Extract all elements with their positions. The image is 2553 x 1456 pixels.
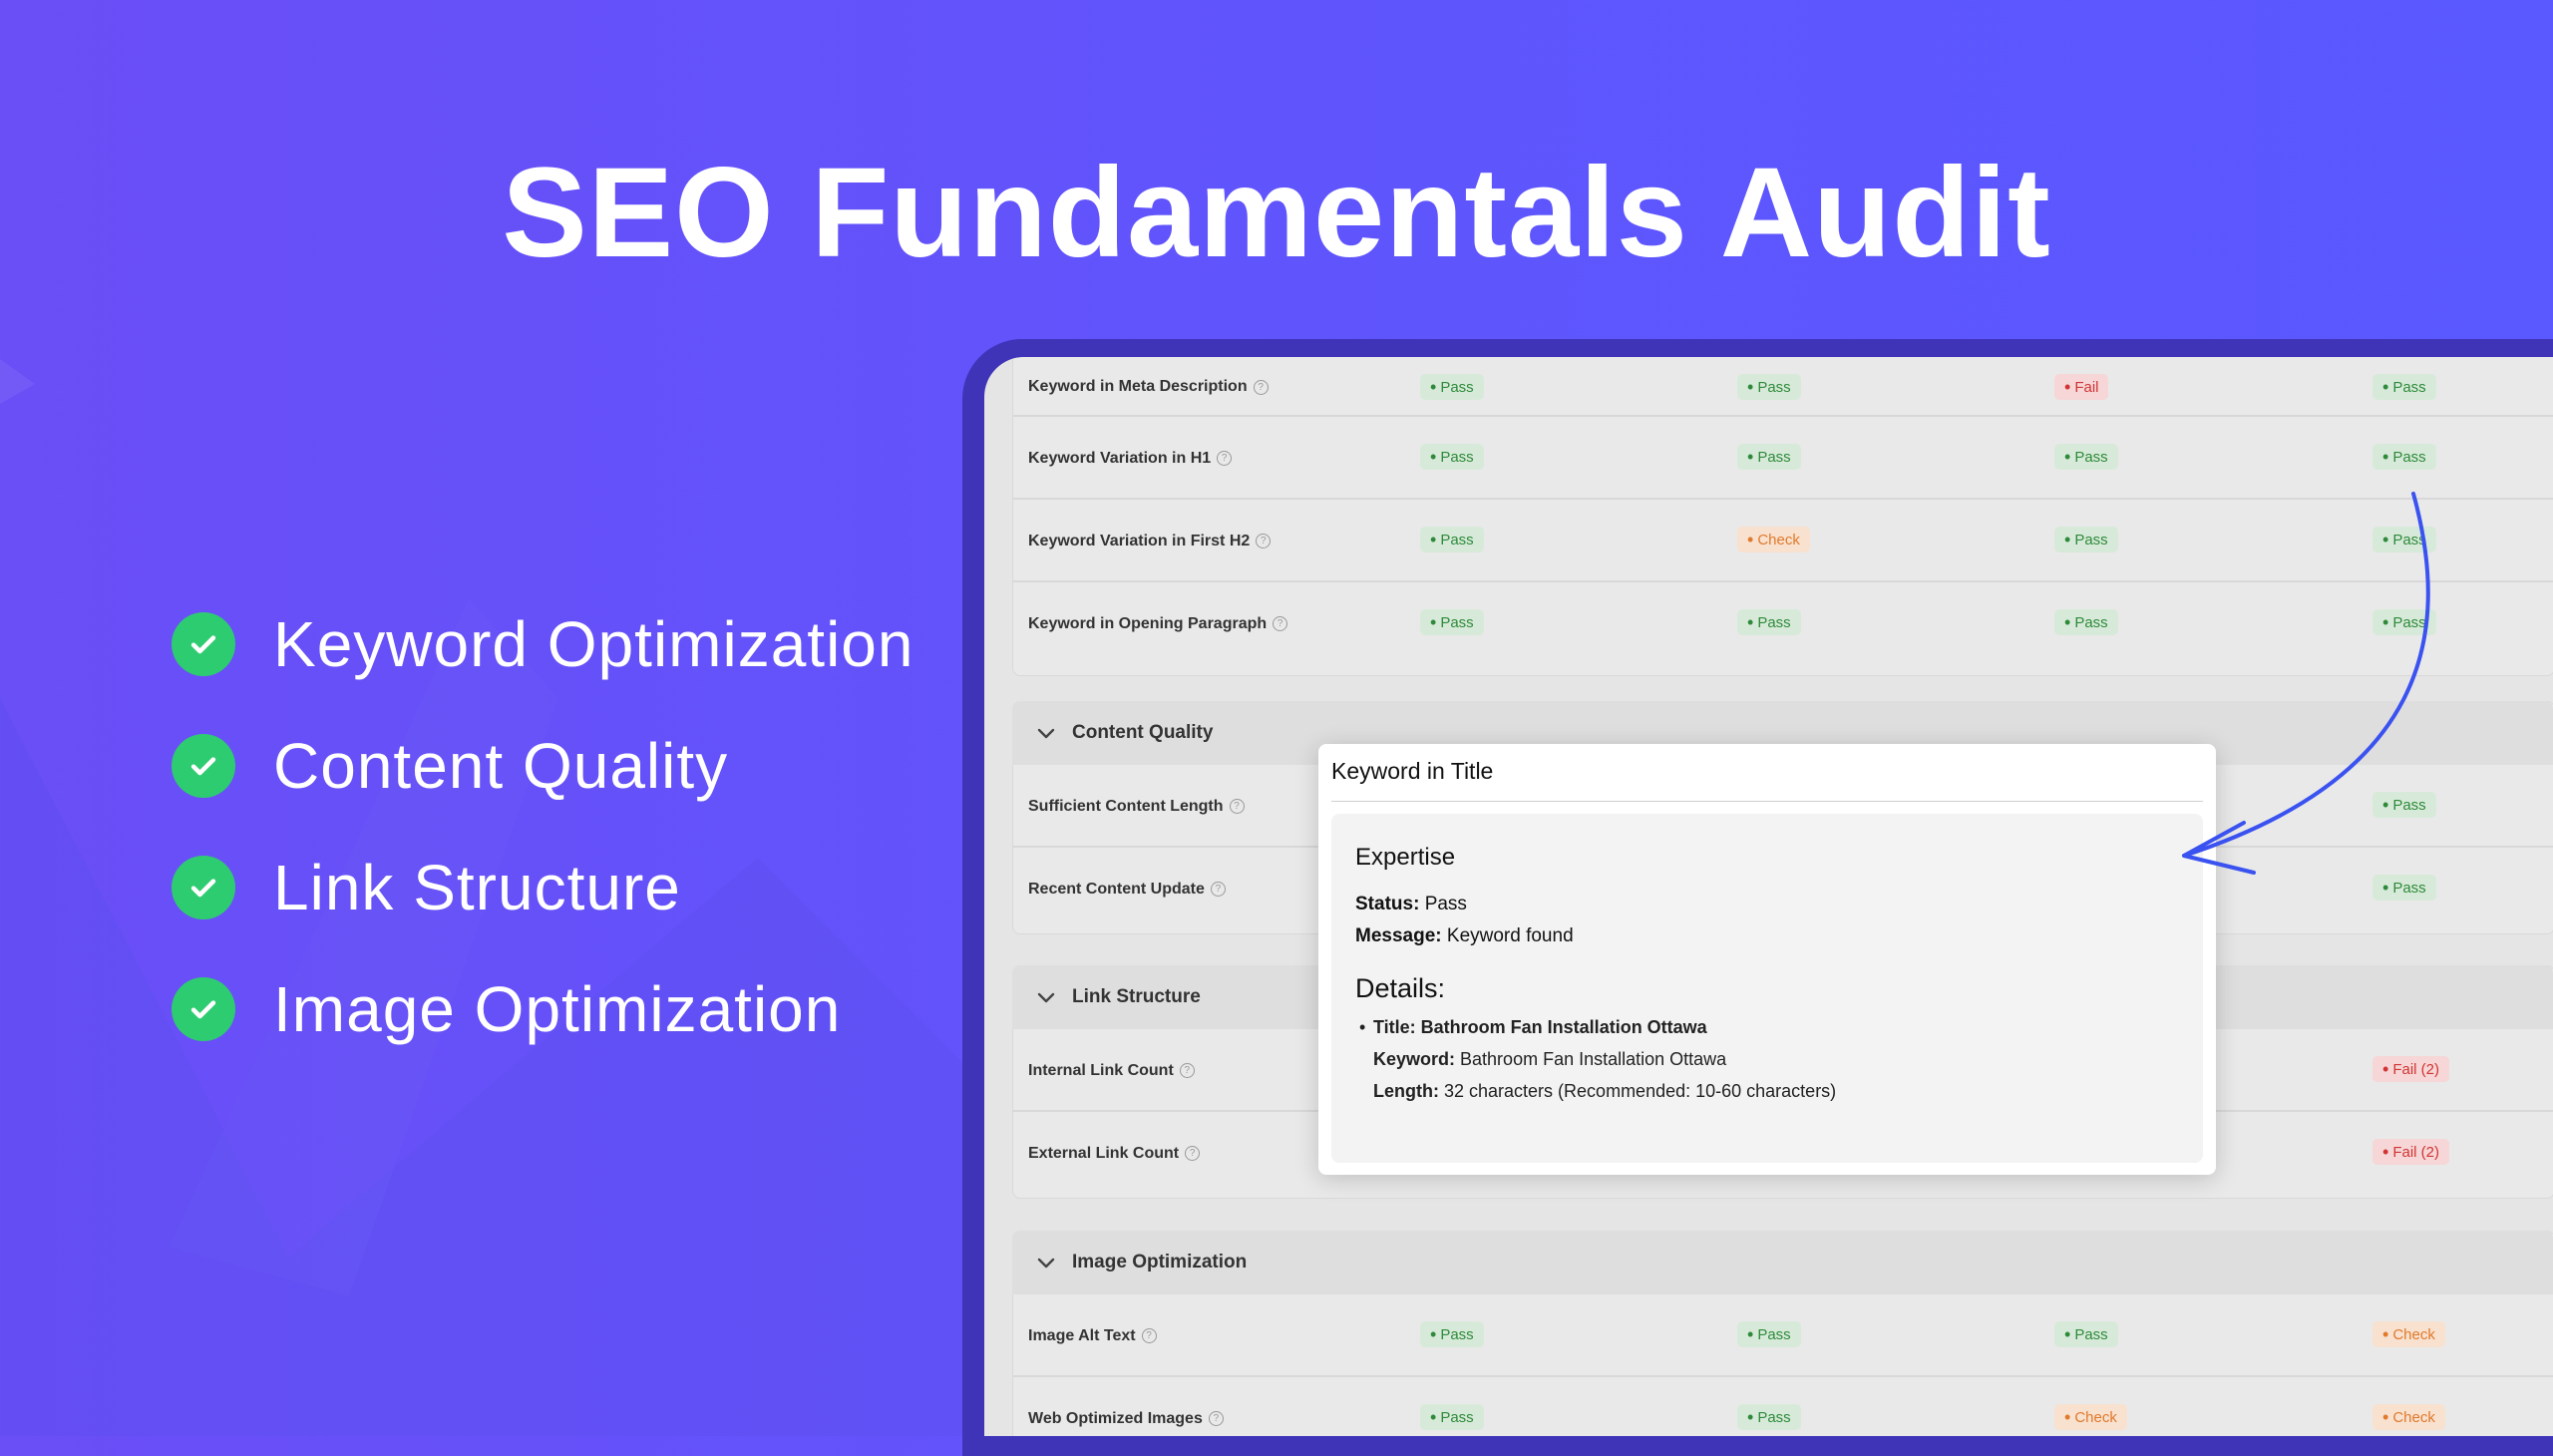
status-label: Status: bbox=[1355, 894, 1420, 914]
row-label: Recent Content Update bbox=[1028, 880, 1205, 898]
status-badge: Pass bbox=[1420, 374, 1484, 400]
help-icon[interactable]: ? bbox=[1208, 1411, 1224, 1426]
status-badge: Fail (2) bbox=[2372, 1139, 2449, 1165]
row-label: Web Optimized Images bbox=[1028, 1409, 1203, 1427]
section-title: Link Structure bbox=[1072, 986, 1201, 1007]
popup-title: Keyword in Title bbox=[1331, 758, 1494, 784]
status-badge: Check bbox=[2372, 1404, 2445, 1430]
status-badge: Fail bbox=[2054, 374, 2109, 400]
row-label: Keyword in Meta Description bbox=[1028, 378, 1248, 395]
chevron-down-icon bbox=[1037, 728, 1055, 739]
table-row[interactable]: Keyword Variation in H1 ? Pass Pass Pass… bbox=[1012, 417, 2553, 500]
status-badge: Check bbox=[2372, 1321, 2445, 1347]
status-badge: Pass bbox=[1737, 1321, 1801, 1347]
popup-divider bbox=[1331, 801, 2203, 802]
help-icon[interactable]: ? bbox=[1229, 799, 1245, 814]
help-icon[interactable]: ? bbox=[1217, 451, 1233, 466]
detail-popup[interactable]: Keyword in Title Expertise Status: Pass … bbox=[1318, 744, 2216, 1175]
length-label: Length: bbox=[1373, 1081, 1439, 1101]
check-circle-icon bbox=[172, 612, 235, 676]
message-value: Keyword found bbox=[1446, 925, 1574, 946]
message-label: Message: bbox=[1355, 925, 1442, 946]
feature-label: Keyword Optimization bbox=[273, 608, 914, 680]
status-badge: Pass bbox=[1420, 527, 1484, 552]
status-badge: Pass bbox=[1737, 1404, 1801, 1430]
table-row[interactable]: Web Optimized Images ? Pass Pass Check C… bbox=[1012, 1377, 2553, 1436]
row-label: Keyword in Opening Paragraph bbox=[1028, 614, 1268, 632]
row-label: Keyword Variation in H1 bbox=[1028, 449, 1212, 467]
chevron-down-icon bbox=[1037, 992, 1055, 1003]
help-icon[interactable]: ? bbox=[1253, 379, 1269, 395]
status-badge: Pass bbox=[1420, 444, 1484, 470]
status-badge: Pass bbox=[2372, 792, 2436, 818]
feature-list: Keyword Optimization Content Quality Lin… bbox=[172, 583, 913, 1070]
check-circle-icon bbox=[172, 977, 235, 1041]
length-value: 32 characters (Recommended: 10-60 charac… bbox=[1444, 1081, 1837, 1101]
status-badge: Pass bbox=[1420, 609, 1484, 635]
status-badge: Pass bbox=[2372, 609, 2436, 635]
chevron-down-icon bbox=[1037, 1258, 1055, 1269]
section-title: Content Quality bbox=[1072, 722, 1214, 743]
message-line: Message: Keyword found bbox=[1355, 925, 1574, 947]
table-row[interactable]: Keyword in Meta Description ? Pass Pass … bbox=[1012, 357, 2553, 417]
keyword-value: Bathroom Fan Installation Ottawa bbox=[1460, 1049, 1727, 1069]
feature-item: Content Quality bbox=[172, 705, 913, 827]
table-row[interactable]: Keyword Variation in First H2 ? Pass Che… bbox=[1012, 500, 2553, 582]
feature-item: Image Optimization bbox=[172, 948, 913, 1070]
popup-heading: Expertise bbox=[1355, 844, 1456, 871]
help-icon[interactable]: ? bbox=[1185, 1146, 1201, 1161]
status-badge: Pass bbox=[2372, 875, 2436, 901]
status-badge: Pass bbox=[2054, 1321, 2118, 1347]
status-badge: Check bbox=[2054, 1404, 2127, 1430]
status-badge: Pass bbox=[1737, 444, 1801, 470]
status-badge: Pass bbox=[1737, 609, 1801, 635]
status-badge: Pass bbox=[1420, 1404, 1484, 1430]
check-circle-icon bbox=[172, 856, 235, 919]
feature-item: Keyword Optimization bbox=[172, 583, 913, 705]
status-badge: Pass bbox=[2054, 609, 2118, 635]
row-label: External Link Count bbox=[1028, 1144, 1180, 1162]
help-icon[interactable]: ? bbox=[1273, 616, 1288, 631]
feature-item: Link Structure bbox=[172, 827, 913, 948]
row-label: Image Alt Text bbox=[1028, 1326, 1136, 1344]
table-row[interactable]: Keyword in Opening Paragraph ? Pass Pass… bbox=[1012, 582, 2553, 665]
status-badge: Pass bbox=[2054, 444, 2118, 470]
bullet-icon: • bbox=[1359, 1017, 1366, 1037]
status-badge: Pass bbox=[2372, 444, 2436, 470]
status-value: Pass bbox=[1424, 894, 1467, 914]
keyword-label: Keyword: bbox=[1373, 1049, 1456, 1069]
check-circle-icon bbox=[172, 734, 235, 798]
feature-label: Link Structure bbox=[273, 852, 681, 923]
row-label: Keyword Variation in First H2 bbox=[1028, 532, 1251, 549]
status-badge: Pass bbox=[1420, 1321, 1484, 1347]
status-badge: Fail (2) bbox=[2372, 1056, 2449, 1082]
status-badge: Check bbox=[1737, 527, 1810, 552]
status-badge: Pass bbox=[2372, 527, 2436, 552]
feature-label: Content Quality bbox=[273, 730, 729, 802]
section-header-image-optimization[interactable]: Image Optimization bbox=[1012, 1231, 2553, 1294]
details-heading: Details: bbox=[1355, 973, 1446, 1003]
table-row[interactable]: Image Alt Text ? Pass Pass Pass Check bbox=[1012, 1294, 2553, 1377]
row-label: Sufficient Content Length bbox=[1028, 797, 1224, 815]
status-badge: Pass bbox=[1737, 374, 1801, 400]
status-badge: Pass bbox=[2372, 374, 2436, 400]
details-list: • Title: Bathroom Fan Installation Ottaw… bbox=[1359, 1011, 1837, 1107]
help-icon[interactable]: ? bbox=[1141, 1328, 1157, 1343]
status-line: Status: Pass bbox=[1355, 894, 1467, 915]
help-icon[interactable]: ? bbox=[1256, 534, 1272, 548]
page-title: SEO Fundamentals Audit bbox=[502, 142, 2051, 284]
detail-title: Title: Bathroom Fan Installation Ottawa bbox=[1373, 1017, 1707, 1037]
status-badge: Pass bbox=[2054, 527, 2118, 552]
section-title: Image Optimization bbox=[1072, 1252, 1248, 1273]
popup-body: Expertise Status: Pass Message: Keyword … bbox=[1331, 814, 2203, 1163]
help-icon[interactable]: ? bbox=[1210, 882, 1226, 897]
feature-label: Image Optimization bbox=[273, 973, 842, 1045]
help-icon[interactable]: ? bbox=[1179, 1063, 1195, 1078]
row-label: Internal Link Count bbox=[1028, 1061, 1174, 1079]
